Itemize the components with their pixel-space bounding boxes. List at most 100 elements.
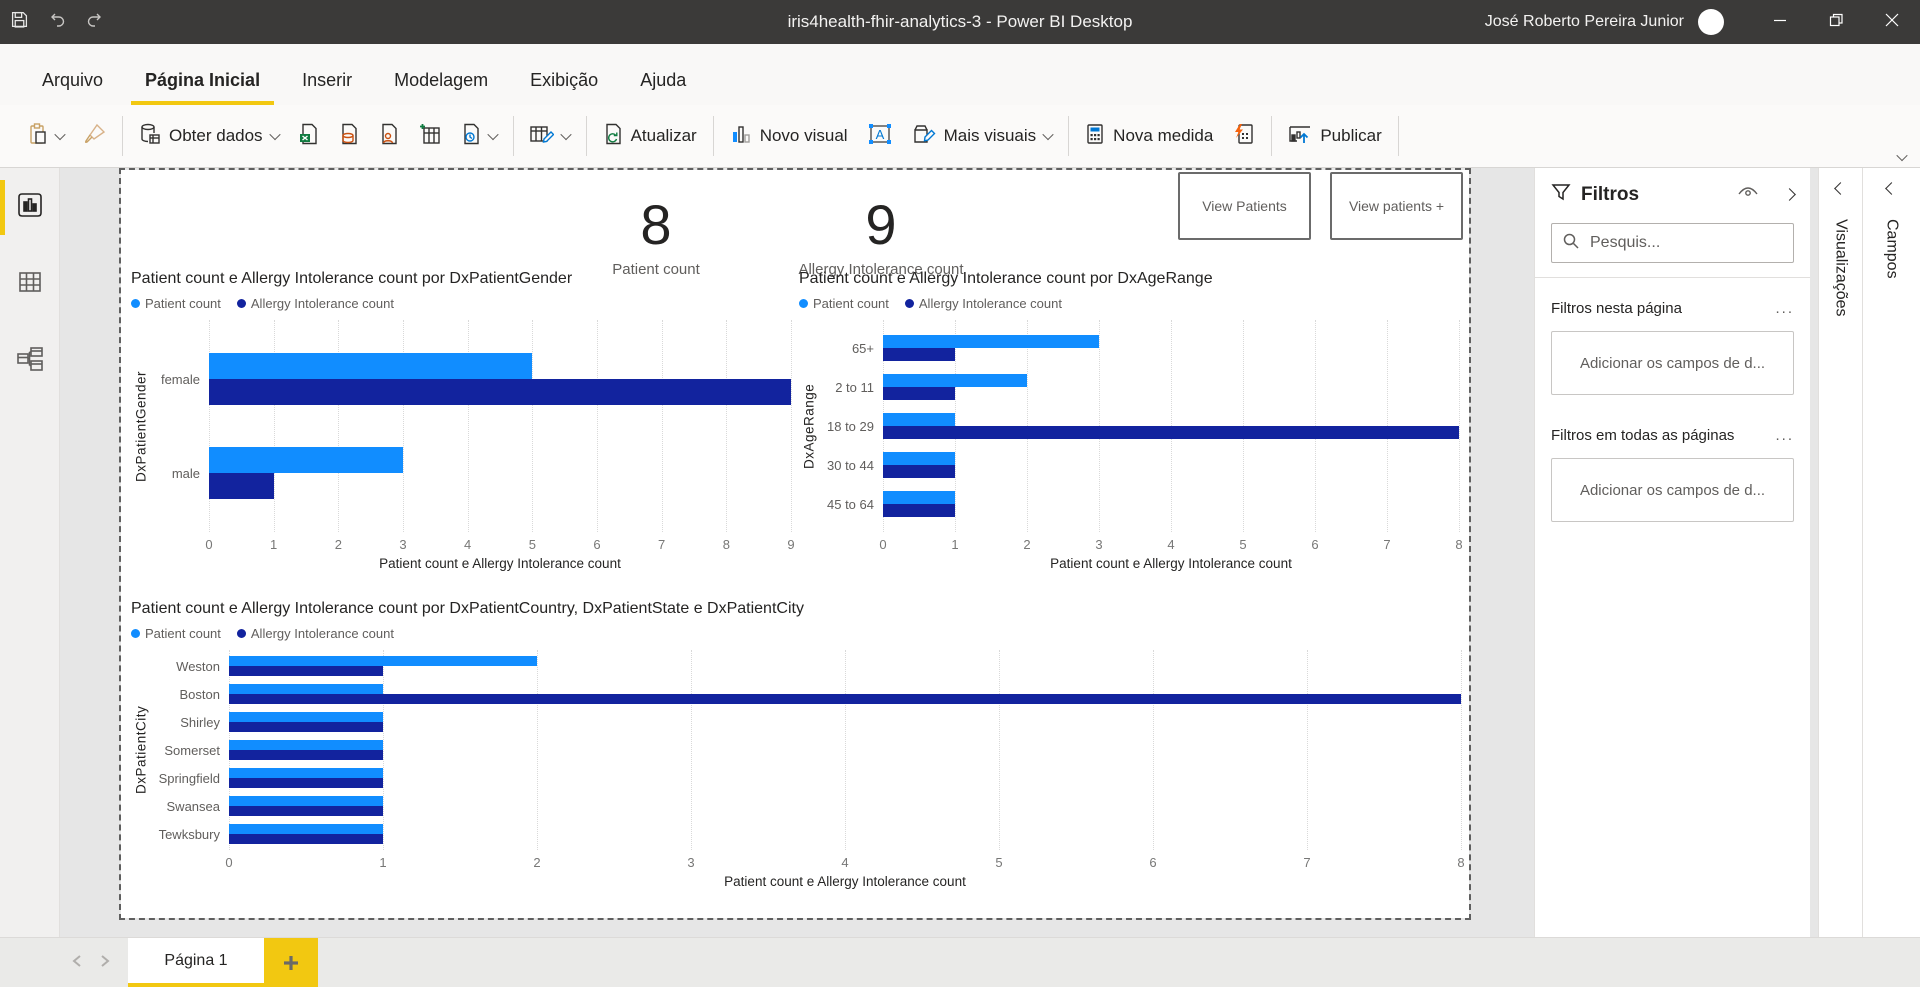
bar-patient-count[interactable] <box>883 413 955 426</box>
recent-sources-button[interactable] <box>451 115 507 158</box>
visualizations-panel-collapsed[interactable]: Visualizações <box>1818 168 1862 937</box>
bar-patient-count[interactable] <box>883 452 955 465</box>
x-tick-label: 1 <box>951 537 958 552</box>
legend-entry[interactable]: Allergy Intolerance count <box>237 626 394 641</box>
bar-patient-count[interactable] <box>883 491 955 504</box>
restore-button[interactable] <box>1808 0 1864 44</box>
dataset-button[interactable] <box>369 115 409 158</box>
bar-allergy-intolerance-count[interactable] <box>883 348 955 361</box>
new-visual-button[interactable]: Novo visual <box>720 115 858 158</box>
filters-all-pages-dropzone[interactable]: Adicionar os campos de d... <box>1551 458 1794 522</box>
filter-search-input[interactable] <box>1590 234 1797 252</box>
collapse-ribbon-icon[interactable] <box>1896 150 1907 161</box>
expand-panel-icon[interactable] <box>1834 182 1847 195</box>
more-options-icon[interactable]: ... <box>1775 427 1794 444</box>
menu-arquivo[interactable]: Arquivo <box>28 70 117 105</box>
avatar[interactable] <box>1698 9 1724 35</box>
refresh-button[interactable]: Atualizar <box>593 115 707 158</box>
publish-button[interactable]: Publicar <box>1278 115 1391 158</box>
bar-allergy-intolerance-count[interactable] <box>209 379 791 405</box>
bar-patient-count[interactable] <box>883 374 1027 387</box>
quick-measure-button[interactable] <box>1223 115 1265 158</box>
bar-patient-count[interactable] <box>229 712 383 722</box>
expand-panel-icon[interactable] <box>1885 182 1898 195</box>
menu-modelagem[interactable]: Modelagem <box>380 70 502 105</box>
previous-page-arrow-icon[interactable] <box>72 952 82 973</box>
report-page[interactable]: 8 Patient count 9 Allergy Intolerance co… <box>121 170 1469 918</box>
card-allergy-count[interactable]: 9 Allergy Intolerance count <box>761 180 1001 278</box>
next-page-arrow-icon[interactable] <box>100 952 110 973</box>
bar-patient-count[interactable] <box>229 796 383 806</box>
save-button[interactable] <box>0 0 38 44</box>
filter-funnel-icon <box>1551 182 1571 207</box>
card-patient-count[interactable]: 8 Patient count <box>541 180 771 278</box>
bar-patient-count[interactable] <box>229 656 537 666</box>
menu-pagina-inicial[interactable]: Página Inicial <box>131 70 274 105</box>
close-button[interactable] <box>1864 0 1920 44</box>
chart-age-range[interactable]: Patient count e Allergy Intolerance coun… <box>799 270 1459 576</box>
filters-page-dropzone[interactable]: Adicionar os campos de d... <box>1551 331 1794 395</box>
format-painter-button[interactable] <box>74 115 116 158</box>
eye-icon[interactable] <box>1737 184 1759 205</box>
data-view-button[interactable] <box>0 263 59 306</box>
menu-inserir[interactable]: Inserir <box>288 70 366 105</box>
legend-entry[interactable]: Patient count <box>131 296 221 311</box>
bar-patient-count[interactable] <box>229 684 383 694</box>
account-name[interactable]: José Roberto Pereira Junior <box>1485 13 1684 31</box>
bar-allergy-intolerance-count[interactable] <box>229 834 383 844</box>
filters-panel: Filtros Filtros nesta página <box>1534 168 1810 937</box>
transform-data-button[interactable] <box>520 115 580 158</box>
bar-allergy-intolerance-count[interactable] <box>883 504 955 517</box>
bar-patient-count[interactable] <box>209 353 532 379</box>
bar-allergy-intolerance-count[interactable] <box>209 473 274 499</box>
chart-gender[interactable]: Patient count e Allergy Intolerance coun… <box>131 270 791 576</box>
legend-entry[interactable]: Patient count <box>131 626 221 641</box>
minimize-button[interactable] <box>1752 0 1808 44</box>
new-measure-button[interactable]: Nova medida <box>1075 115 1223 158</box>
bar-allergy-intolerance-count[interactable] <box>229 666 383 676</box>
paste-button[interactable] <box>18 115 74 158</box>
more-visuals-button[interactable]: Mais visuais <box>902 115 1063 158</box>
bar-patient-count[interactable] <box>229 740 383 750</box>
bar-allergy-intolerance-count[interactable] <box>229 694 1461 704</box>
bar-allergy-intolerance-count[interactable] <box>229 750 383 760</box>
excel-workbook-button[interactable] <box>289 115 329 158</box>
menu-ajuda[interactable]: Ajuda <box>626 70 700 105</box>
bar-patient-count[interactable] <box>229 768 383 778</box>
x-tick-label: 3 <box>399 537 406 552</box>
chart-city[interactable]: Patient count e Allergy Intolerance coun… <box>131 600 1461 894</box>
add-page-button[interactable] <box>264 938 318 987</box>
model-view-button[interactable] <box>0 340 59 383</box>
bar-allergy-intolerance-count[interactable] <box>883 387 955 400</box>
bar-patient-count[interactable] <box>229 824 383 834</box>
bar-allergy-intolerance-count[interactable] <box>883 426 1459 439</box>
bar-allergy-intolerance-count[interactable] <box>229 806 383 816</box>
page-tab-bar: Página 1 <box>0 937 1920 987</box>
view-patients-plus-button[interactable]: View patients + <box>1330 172 1463 240</box>
text-box-button[interactable]: A <box>858 115 902 158</box>
collapse-filters-icon[interactable] <box>1783 188 1796 201</box>
report-view-button[interactable] <box>0 186 59 229</box>
legend-entry[interactable]: Allergy Intolerance count <box>237 296 394 311</box>
bar-allergy-intolerance-count[interactable] <box>229 722 383 732</box>
sql-server-button[interactable] <box>329 115 369 158</box>
category-label: Somerset <box>151 736 229 764</box>
redo-button[interactable] <box>76 0 114 44</box>
bar-allergy-intolerance-count[interactable] <box>229 778 383 788</box>
bar-patient-count[interactable] <box>209 447 403 473</box>
x-tick-label: 1 <box>270 537 277 552</box>
menu-exibicao[interactable]: Exibição <box>516 70 612 105</box>
bar-patient-count[interactable] <box>883 335 1099 348</box>
fields-panel-collapsed[interactable]: Campos <box>1862 168 1920 937</box>
legend-entry[interactable]: Allergy Intolerance count <box>905 296 1062 311</box>
legend-entry[interactable]: Patient count <box>799 296 889 311</box>
get-data-button[interactable]: Obter dados <box>129 115 289 158</box>
page-tab[interactable]: Página 1 <box>128 938 264 987</box>
more-options-icon[interactable]: ... <box>1775 300 1794 317</box>
view-patients-button[interactable]: View Patients <box>1178 172 1311 240</box>
undo-button[interactable] <box>38 0 76 44</box>
enter-data-button[interactable] <box>409 115 451 158</box>
x-tick-label: 4 <box>464 537 471 552</box>
titlebar: iris4health-fhir-analytics-3 - Power BI … <box>0 0 1920 44</box>
bar-allergy-intolerance-count[interactable] <box>883 465 955 478</box>
